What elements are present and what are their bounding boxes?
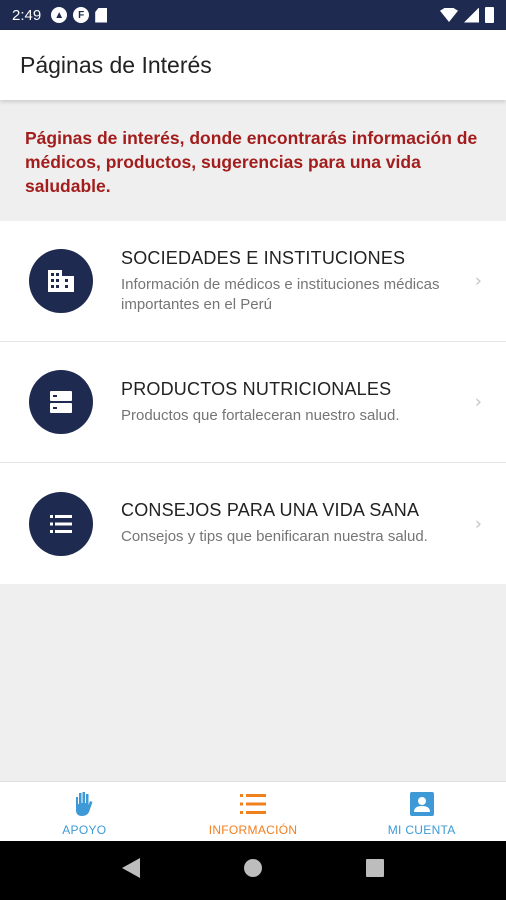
item-subtitle: Productos que fortaleceran nuestro salud… [121, 406, 400, 424]
list-item-productos[interactable]: PRODUCTOS NUTRICIONALES Productos que fo… [0, 342, 506, 463]
status-notification-icons: ▲ F [51, 7, 108, 23]
list-icon [240, 790, 266, 818]
signal-icon [464, 7, 479, 23]
list-icon [29, 491, 93, 556]
item-subtitle: Información de médicos e instituciones m… [121, 275, 440, 313]
intro-text: Páginas de interés, donde encontrarás in… [25, 128, 478, 196]
nav-label: MI CUENTA [387, 823, 456, 837]
sd-card-icon [95, 7, 108, 23]
app-bar: Páginas de Interés [0, 30, 506, 100]
building-icon [29, 249, 93, 313]
list-item-sociedades[interactable]: SOCIEDADES E INSTITUCIONES Información d… [0, 221, 506, 342]
wifi-icon [440, 8, 458, 22]
list-item-consejos[interactable]: CONSEJOS PARA UNA VIDA SANA Consejos y t… [0, 463, 506, 584]
nav-tab-apoyo[interactable]: APOYO [0, 782, 169, 841]
interest-pages-list: SOCIEDADES E INSTITUCIONES Información d… [0, 221, 506, 584]
intro-section: Páginas de interés, donde encontrarás in… [0, 100, 506, 221]
status-bar: 2:49 ▲ F [0, 0, 506, 30]
hand-icon [73, 790, 95, 818]
chevron-right-icon: › [474, 513, 482, 534]
status-system-icons [440, 7, 494, 23]
back-icon[interactable] [121, 858, 140, 883]
item-title: SOCIEDADES E INSTITUCIONES [121, 247, 406, 268]
nav-tab-mi-cuenta[interactable]: MI CUENTA [337, 782, 506, 841]
item-title: PRODUCTOS NUTRICIONALES [121, 378, 392, 399]
nav-tab-informacion[interactable]: INFORMACIÓN [169, 782, 338, 841]
bottom-navigation: APOYO INFORMACIÓN MI CUENTA [0, 781, 506, 841]
system-navigation-bar [0, 841, 506, 900]
status-time: 2:49 [12, 6, 42, 24]
nav-label: APOYO [62, 823, 107, 837]
nav-label: INFORMACIÓN [208, 823, 298, 837]
battery-icon [485, 7, 494, 23]
recents-icon[interactable] [366, 859, 385, 882]
account-box-icon [409, 790, 434, 818]
chevron-right-icon: › [474, 270, 482, 292]
home-icon[interactable] [243, 858, 263, 883]
item-title: CONSEJOS PARA UNA VIDA SANA [121, 500, 420, 520]
storage-icon [29, 370, 93, 434]
a-circle-icon: ▲ [51, 7, 68, 23]
f-circle-icon: F [73, 7, 90, 23]
chevron-right-icon: › [474, 391, 482, 413]
page-title: Páginas de Interés [20, 51, 212, 78]
item-subtitle: Consejos y tips que benificaran nuestra … [121, 528, 428, 545]
